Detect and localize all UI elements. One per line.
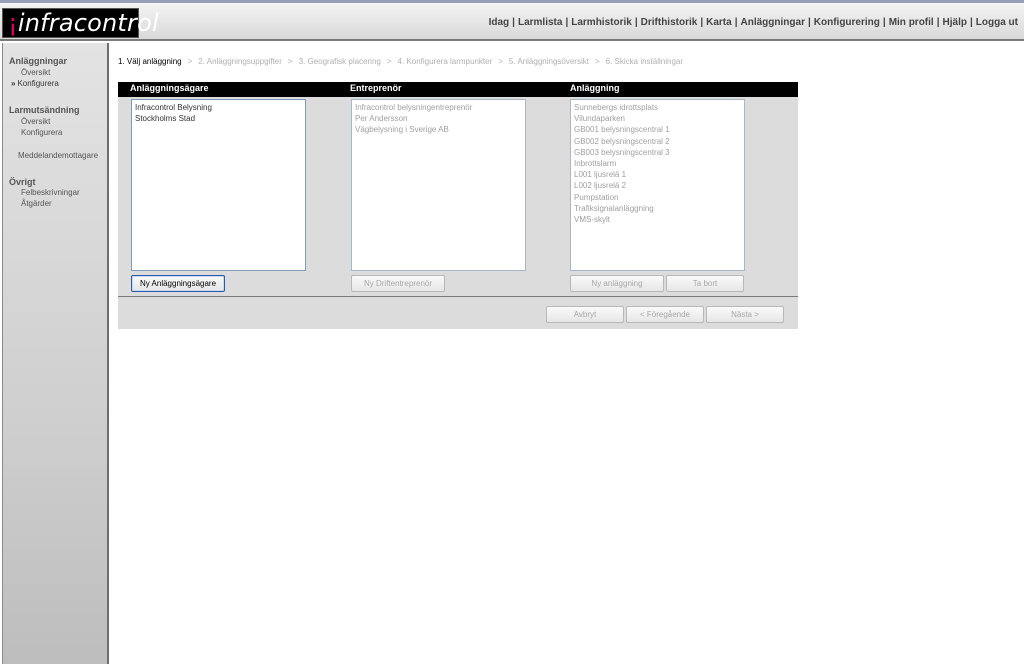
panel-divider — [118, 296, 798, 297]
nav-separator: | — [936, 17, 940, 28]
step-separator: > — [187, 57, 193, 66]
nav-separator: | — [512, 17, 515, 28]
list-option: Pumpstation — [574, 192, 619, 202]
nav-link-8[interactable]: Hjälp — [943, 17, 967, 28]
list-option: GB001 belysningscentral 1 — [574, 125, 670, 135]
list-option[interactable]: Infracontrol Belysning — [135, 102, 302, 113]
nav-link-1[interactable]: Larmlista — [518, 17, 562, 28]
nav-separator: | — [700, 17, 704, 28]
nav-link-2[interactable]: Larmhistorik — [571, 17, 632, 28]
sidebar-item-facilities-overview[interactable]: Översikt — [21, 68, 50, 77]
sidebar-section-facilities: Anläggningar — [9, 56, 67, 66]
list-option: Infracontrol belysningentreprenör — [355, 103, 473, 112]
step-separator: > — [498, 57, 503, 66]
list-option: VMS-skylt — [574, 215, 610, 225]
list-option: GB002 belysningscentral 2 — [574, 136, 670, 146]
nav-separator: | — [882, 17, 886, 28]
nav-separator: | — [807, 17, 811, 28]
wizard-step-5: 5. Anläggningsöversikt — [508, 57, 589, 66]
infracontrol-logo[interactable]: ¡infracontrol — [2, 8, 159, 38]
nav-link-9[interactable]: Logga ut — [976, 17, 1018, 28]
top-navigation: Idag | Larmlista | Larmhistorik | Drifthistori… — [489, 17, 1018, 28]
list-option: GB003 belysningscentral 3 — [574, 147, 670, 157]
list-option: Sunnebergs idrottsplats — [574, 103, 659, 112]
list-option: Per Andersson — [355, 114, 408, 124]
wizard-step-6: 6. Skicka inställningar — [605, 57, 684, 66]
step-separator: > — [287, 57, 293, 66]
list-option: Inbrottslarm — [574, 159, 617, 169]
step-separator: > — [386, 57, 392, 66]
wizard-steps: 1. Välj anläggning >2. Anläggningsuppgift… — [118, 57, 683, 66]
selection-panel: Anläggningsägare Entreprenör Anläggning … — [118, 82, 798, 329]
list-option[interactable]: Stockholms Stad — [135, 113, 302, 124]
nav-separator: | — [969, 17, 973, 28]
contractor-listbox: Infracontrol belysningentreprenör Per And… — [351, 99, 526, 271]
nav-link-4[interactable]: Karta — [706, 17, 732, 28]
nav-link-5[interactable]: Anläggningar — [741, 17, 805, 28]
wizard-step-3: 3. Geografisk placering — [298, 57, 381, 66]
cancel-button[interactable]: Avbryt — [546, 306, 624, 323]
list-option: Trafiksignalanläggning — [574, 203, 654, 213]
sidebar-section-other: Övrigt — [9, 177, 36, 187]
previous-button[interactable]: < Föregående — [626, 306, 704, 323]
list-option: L001 ljusrelä 1 — [574, 170, 627, 180]
facility-listbox: Sunnebergs idrottsplats Vilundaparken GB00… — [570, 99, 745, 271]
nav-separator: | — [565, 17, 569, 28]
list-option: Vägbelysning i Sverige AB — [355, 125, 449, 135]
sidebar-item-alarm-configure[interactable]: Konfigurera — [21, 128, 62, 137]
owner-column-title: Anläggningsägare — [130, 83, 209, 93]
top-bar: ¡infracontrol Idag | Larmlista | Larmhistori… — [0, 0, 1024, 41]
new-facility-button[interactable]: Ny anläggning — [570, 275, 664, 292]
sidebar-section-alarm-dispatch: Larmutsändning — [9, 105, 80, 115]
sidebar-item-fault-descriptions[interactable]: Felbeskrivningar — [21, 188, 80, 197]
step-separator: > — [594, 57, 600, 66]
wizard-step-4: 4. Konfigurera larmpunkter — [397, 57, 493, 66]
sidebar-item-label: Konfigurera — [17, 79, 59, 88]
sidebar: Anläggningar Översikt » Konfigurera Larmu… — [2, 43, 109, 664]
sidebar-item-recipients[interactable]: Meddelandemottagare — [18, 151, 98, 160]
new-contractor-button[interactable]: Ny Driftentreprenör — [351, 275, 445, 292]
nav-separator: | — [634, 17, 638, 28]
nav-link-0[interactable]: Idag — [489, 17, 510, 28]
nav-link-6[interactable]: Konfigurering — [814, 17, 880, 28]
nav-separator: | — [734, 17, 738, 28]
nav-link-7[interactable]: Min profil — [889, 17, 934, 28]
new-owner-button[interactable]: Ny Anläggningsägare — [131, 275, 225, 292]
next-button[interactable]: Nästa > — [706, 306, 784, 323]
owner-listbox[interactable]: Infracontrol Belysning Stockholms Stad — [131, 99, 306, 271]
sidebar-item-actions[interactable]: Åtgärder — [21, 199, 52, 208]
wizard-step-2: 2. Anläggningsuppgifter — [198, 57, 282, 66]
wizard-step-1: 1. Välj anläggning — [118, 57, 182, 66]
list-option: Vilundaparken — [574, 114, 626, 124]
logo-text: infracontrol — [17, 9, 159, 37]
list-option: L002 ljusrelä 2 — [574, 181, 627, 191]
contractor-column-title: Entreprenör — [350, 83, 402, 93]
sidebar-item-facilities-configure[interactable]: » Konfigurera — [11, 79, 59, 88]
panel-header: Anläggningsägare Entreprenör Anläggning — [118, 82, 798, 97]
sidebar-item-alarm-overview[interactable]: Översikt — [21, 117, 50, 126]
nav-link-3[interactable]: Drifthistorik — [641, 17, 698, 28]
double-chevron-right-icon: » — [11, 79, 16, 88]
facility-column-title: Anläggning — [570, 83, 620, 93]
remove-button[interactable]: Ta bort — [666, 275, 744, 292]
